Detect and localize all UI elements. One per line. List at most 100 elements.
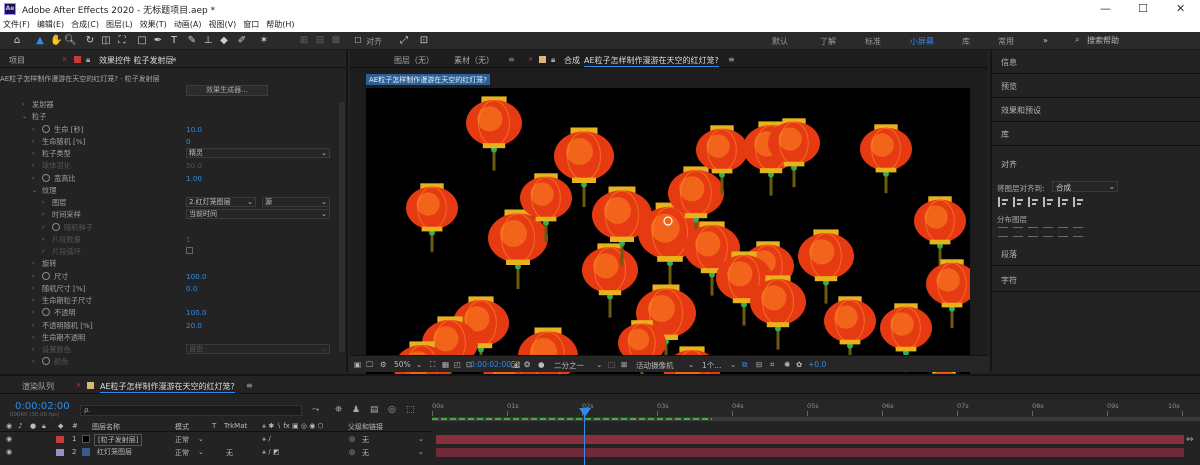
world-axis-icon[interactable]: ⊟ (314, 35, 326, 47)
menu-item-8[interactable]: 帮助(H) (263, 18, 297, 30)
distribute-2-icon[interactable] (1028, 227, 1038, 237)
close-tab-icon[interactable]: ✕ (62, 56, 67, 63)
effect-row-value[interactable]: 100.0 (186, 272, 207, 281)
label-color-swatch[interactable] (56, 449, 64, 456)
parent-pickwhip-icon[interactable]: ◎ (349, 448, 355, 456)
menu-item-4[interactable]: 效果(T) (137, 18, 170, 30)
flowchart-icon[interactable]: ⧉ (742, 360, 747, 370)
effect-row[interactable]: › 生命 [秒] 10.0 (0, 124, 340, 136)
workspace-1[interactable]: 了解 (820, 36, 836, 47)
home-icon[interactable]: ⌂ (11, 35, 23, 47)
layer-parent-dropdown[interactable]: 无 (362, 448, 369, 458)
panel-section-3[interactable]: 库 (992, 122, 1200, 146)
distribute-5-icon[interactable] (1073, 227, 1083, 237)
chevron-right-icon[interactable]: › (32, 260, 34, 267)
align-bottom-icon[interactable] (1073, 197, 1083, 207)
layer-switches-icon[interactable]: ⚹ ∕ ◩ (262, 448, 280, 457)
chevron-right-icon[interactable]: › (42, 248, 44, 255)
panel-section-6[interactable]: 字符 (992, 268, 1200, 292)
selection-tool-icon[interactable]: ▲ (34, 35, 46, 47)
zoom-tool-icon[interactable]: 🔍︎ (64, 35, 77, 47)
panel-menu-icon[interactable]: ≡ (170, 55, 177, 64)
panel-section-2[interactable]: 效果和预设 (992, 98, 1200, 122)
stopwatch-icon[interactable] (42, 271, 50, 280)
frame-blending-icon[interactable]: ▤ (370, 405, 379, 415)
effect-row-checkbox[interactable] (186, 247, 193, 254)
zoom-dropdown[interactable]: 50% (394, 360, 411, 369)
panel-section-4[interactable]: 对齐 (992, 152, 1200, 176)
snap-options-icon[interactable]: ⊡ (418, 35, 430, 47)
effect-row[interactable]: › 粒子类型 精灵 ⌄ (0, 148, 340, 160)
effect-row[interactable]: › 发射器 (0, 99, 340, 111)
menu-item-6[interactable]: 视图(V) (206, 18, 240, 30)
menu-item-0[interactable]: 文件(F) (0, 18, 33, 30)
color-channel-icon[interactable]: ● (538, 360, 545, 369)
layer-parent-dropdown[interactable]: 无 (362, 435, 369, 445)
distribute-4-icon[interactable] (1058, 227, 1068, 237)
workspace-2[interactable]: 标准 (865, 36, 881, 47)
playhead-handle[interactable] (579, 408, 591, 417)
stopwatch-icon[interactable] (42, 357, 50, 366)
chevron-down-icon[interactable]: ⌄ (22, 113, 27, 120)
snap-icon[interactable]: ⤢ (398, 35, 410, 47)
chevron-right-icon[interactable]: › (32, 273, 34, 280)
effect-row[interactable]: › 生命随机 [%] 0 (0, 136, 340, 148)
effect-row[interactable]: › 随机尺寸 [%] 0.0 (0, 283, 340, 295)
effect-row-dropdown[interactable]: 当前时间 ⌄ (186, 209, 330, 220)
transparency-grid-icon[interactable]: ▦ (442, 360, 449, 369)
hand-tool-icon[interactable]: ✋ (50, 35, 62, 47)
align-vcenter-icon[interactable] (1058, 197, 1068, 207)
chevron-right-icon[interactable]: › (32, 150, 34, 157)
chevron-right-icon[interactable]: › (32, 334, 34, 341)
close-timeline-tab-icon[interactable]: ✕ (76, 382, 81, 389)
camera-tool-icon[interactable]: ◫ (100, 35, 112, 47)
viewer-timecode[interactable]: 0:00:02:00 (470, 360, 511, 369)
align-left-icon[interactable] (998, 197, 1008, 207)
distribute-0-icon[interactable] (998, 227, 1008, 237)
time-ruler[interactable]: 00s 01s 02s 03s 04s 05s 06s 07s 08s 09s 10s (432, 400, 1200, 422)
chevron-right-icon[interactable]: › (32, 322, 34, 329)
mask-icon[interactable]: ◰ (454, 360, 461, 369)
panel-section-5[interactable]: 段落 (992, 242, 1200, 266)
visibility-icon[interactable]: ◉ (6, 435, 12, 443)
roi-icon[interactable]: ⬚ (608, 360, 615, 369)
align-hcenter-icon[interactable] (1013, 197, 1023, 207)
scrollbar[interactable] (339, 102, 345, 352)
effect-row-dropdown[interactable]: 2.红灯笼图层 ⌄ (186, 197, 256, 207)
layer-name[interactable]: [粒子发射层] (94, 434, 143, 446)
puppet-tool-icon[interactable]: ✶ (258, 35, 270, 47)
panel-section-1[interactable]: 预览 (992, 74, 1200, 98)
workspace-3[interactable]: 小屏幕 (910, 36, 934, 47)
search-help-input[interactable]: ⌕ 搜索帮助 (1073, 35, 1193, 47)
view-axis-icon[interactable]: ⊠ (330, 35, 342, 47)
align-to-dropdown[interactable]: 合成 ⌄ (1052, 181, 1118, 192)
layer-duration-bar[interactable] (436, 435, 1184, 444)
menu-item-3[interactable]: 图层(L) (103, 18, 136, 30)
resolution-dropdown[interactable]: 二分之一 (554, 360, 584, 371)
chevron-right-icon[interactable]: › (42, 199, 44, 206)
effect-row[interactable]: ⌄ 纹理 (0, 185, 340, 197)
layer-row[interactable]: ◉ 1 [粒子发射层] 正常 ⌄ ⚹ ∕ ◎ 无 ⌄ (0, 434, 432, 446)
workspace-5[interactable]: 常用 (998, 36, 1014, 47)
reset-exposure-icon[interactable]: ⊟ (756, 360, 762, 369)
chevron-right-icon[interactable]: › (42, 224, 44, 231)
timeline-timecode[interactable]: 0:00:02:00 (15, 401, 70, 412)
chevron-right-icon[interactable]: › (22, 101, 24, 108)
effect-row[interactable]: › 尺寸 100.0 (0, 271, 340, 283)
more-workspaces-button[interactable]: » (1043, 36, 1048, 45)
snapshot-icon[interactable]: 📷︎ (511, 360, 521, 369)
chevron-right-icon[interactable]: › (32, 138, 34, 145)
effect-row[interactable]: › 球体羽化 50.0 (0, 160, 340, 172)
layer-search-input[interactable]: ρ. (80, 405, 302, 416)
column-layer-name[interactable]: 图层名称 (92, 422, 120, 432)
effect-row-value[interactable]: 10.0 (186, 125, 202, 134)
tab-composition[interactable]: AE粒子怎样制作漫游在天空的红灯笼? (584, 55, 719, 67)
chevron-right-icon[interactable]: › (32, 346, 34, 353)
distribute-3-icon[interactable] (1043, 227, 1053, 237)
layer-mode-dropdown[interactable]: 正常 (175, 435, 189, 445)
views-dropdown[interactable]: 1个... (702, 360, 721, 371)
effect-row[interactable]: ⌄ 粒子 (0, 111, 340, 123)
effect-row-dropdown[interactable]: 自由 ⌄ (186, 344, 330, 354)
workspace-0[interactable]: 默认 (772, 36, 788, 47)
effect-row-value[interactable]: 1 (186, 235, 191, 244)
